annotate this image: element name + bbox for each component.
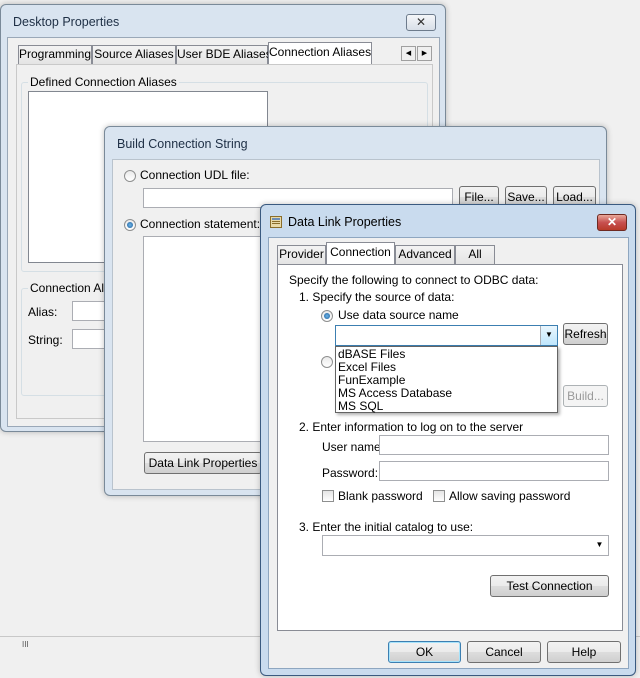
password-input[interactable] <box>379 461 609 481</box>
dsn-option[interactable]: FunExample <box>338 373 405 387</box>
tab-connection-aliases[interactable]: Connection Aliases <box>268 42 372 64</box>
dsn-dropdown-list[interactable]: dBASE Files Excel Files FunExample MS Ac… <box>335 346 558 413</box>
close-icon: ✕ <box>606 215 618 229</box>
connection-statement-textarea[interactable] <box>143 236 273 442</box>
tab-connection[interactable]: Connection <box>326 242 395 264</box>
connection-statement-label: Connection statement: <box>140 217 261 231</box>
use-dsn-radio[interactable] <box>321 310 333 322</box>
tab-user-bde-aliases[interactable]: User BDE Aliases <box>176 45 272 64</box>
dsn-combobox[interactable]: ▼ <box>335 325 558 346</box>
dsn-option[interactable]: MS Access Database <box>338 386 452 400</box>
use-dsn-label: Use data source name <box>338 308 459 322</box>
dsn-option[interactable]: dBASE Files <box>338 347 405 361</box>
user-name-label: User name: <box>322 440 385 454</box>
tab-all[interactable]: All <box>455 245 495 264</box>
data-link-client: Provider Connection Advanced All Specify… <box>268 237 629 669</box>
data-link-title: Data Link Properties <box>288 215 402 229</box>
tab-advanced[interactable]: Advanced <box>395 245 455 264</box>
dsn-option[interactable]: MS SQL <box>338 399 383 413</box>
desktop-properties-close-button[interactable]: ✕ <box>406 14 436 31</box>
udl-file-label: Connection UDL file: <box>140 168 250 182</box>
tab-scroll-left-button[interactable]: ◀ <box>401 46 416 61</box>
chevron-down-icon[interactable]: ▼ <box>591 536 608 555</box>
step1-label: 1. Specify the source of data: <box>299 290 455 304</box>
catalog-combobox[interactable]: ▼ <box>322 535 609 556</box>
close-icon: ✕ <box>415 15 427 29</box>
tab-scroll-right-button[interactable]: ▶ <box>417 46 432 61</box>
ok-button[interactable]: OK <box>388 641 461 663</box>
chevron-right-icon: ▶ <box>421 50 428 57</box>
connection-tab-panel: Specify the following to connect to ODBC… <box>277 264 623 631</box>
intro-text: Specify the following to connect to ODBC… <box>289 273 539 287</box>
allow-saving-label: Allow saving password <box>449 489 571 503</box>
data-link-properties-button[interactable]: Data Link Properties <box>144 452 262 474</box>
tab-programming[interactable]: Programming <box>18 45 92 64</box>
chevron-down-icon[interactable]: ▼ <box>540 326 557 345</box>
string-label: String: <box>28 333 63 347</box>
database-icon <box>270 215 282 228</box>
build-button[interactable]: Build... <box>563 385 608 407</box>
step3-label: 3. Enter the initial catalog to use: <box>299 520 474 534</box>
connection-alias-group-label: Connection Alia <box>28 281 116 295</box>
udl-file-radio[interactable] <box>124 170 136 182</box>
blank-password-label: Blank password <box>338 489 423 503</box>
tab-source-aliases[interactable]: Source Aliases <box>92 45 176 64</box>
step2-label: 2. Enter information to log on to the se… <box>299 420 524 434</box>
dsn-option[interactable]: Excel Files <box>338 360 396 374</box>
connection-string-radio[interactable] <box>321 356 333 368</box>
refresh-button[interactable]: Refresh <box>563 323 608 345</box>
test-connection-button[interactable]: Test Connection <box>490 575 609 597</box>
data-link-close-button[interactable]: ✕ <box>597 214 627 231</box>
help-button[interactable]: Help <box>547 641 621 663</box>
user-name-input[interactable] <box>379 435 609 455</box>
alias-label: Alias: <box>28 305 58 319</box>
data-link-window: Data Link Properties ✕ Provider Connecti… <box>260 204 636 676</box>
cancel-button[interactable]: Cancel <box>467 641 541 663</box>
desktop-properties-title: Desktop Properties <box>13 15 120 29</box>
blank-password-checkbox[interactable] <box>322 490 334 502</box>
allow-saving-checkbox[interactable] <box>433 490 445 502</box>
connection-statement-radio[interactable] <box>124 219 136 231</box>
chevron-left-icon: ◀ <box>405 50 412 57</box>
build-connection-title: Build Connection String <box>117 137 248 151</box>
password-label: Password: <box>322 466 379 480</box>
tab-provider[interactable]: Provider <box>277 245 326 264</box>
defined-aliases-group-label: Defined Connection Aliases <box>28 75 179 89</box>
